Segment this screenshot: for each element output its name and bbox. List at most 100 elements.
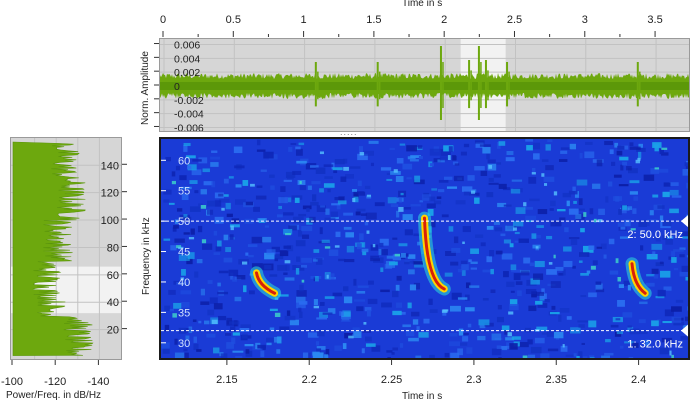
spectrogram-noise [412, 319, 419, 325]
spectrogram-noise [223, 257, 233, 263]
spectrogram-noise [306, 207, 310, 212]
spectrogram-noise [566, 316, 572, 320]
spectrogram-noise [560, 147, 571, 150]
spectrogram-noise [213, 252, 221, 256]
spectrogram-noise [353, 278, 357, 286]
spectrogram-noise [327, 189, 331, 193]
spectrogram-noise [533, 273, 544, 280]
spectrogram-noise [509, 304, 519, 311]
spectrogram-noise [256, 139, 261, 146]
spectrogram-noise [662, 191, 670, 198]
spectrogram-noise [495, 250, 503, 255]
spectrogram-noise [595, 281, 602, 285]
spectrogram-noise [225, 333, 232, 336]
spectrogram-noise [437, 189, 445, 193]
splitter-handle[interactable]: ..... [340, 127, 358, 137]
spectrogram-noise [525, 215, 537, 221]
spectrogram-noise [486, 225, 494, 230]
spectrogram-noise [343, 286, 349, 292]
spectrogram-noise [294, 197, 300, 203]
spectrogram-noise [262, 236, 272, 243]
spectrogram-noise [328, 249, 339, 256]
spectrogram-noise [223, 178, 229, 184]
spectrogram-noise [343, 296, 353, 304]
spectrogram-noise [569, 143, 576, 150]
spectrogram-noise [482, 147, 491, 154]
spectrogram-noise [355, 211, 361, 216]
spectrogram-noise [613, 174, 622, 178]
spectrogram-noise [450, 352, 460, 358]
spectrogram-noise [429, 309, 438, 313]
spectrogram-noise [522, 355, 528, 358]
spectrogram-noise [457, 268, 463, 273]
spectrogram-noise [161, 342, 170, 349]
spectrogram-noise [264, 264, 272, 270]
spectrogram-noise [505, 225, 515, 232]
spectrogram-noise [221, 207, 225, 211]
spectrogram-noise [296, 160, 307, 164]
spectrogram-noise [454, 163, 460, 166]
spectrogram-noise [411, 311, 420, 317]
spectrogram-noise [239, 328, 250, 332]
frequency-marker-label: 1: 32.0 kHz [627, 339, 683, 351]
spectrogram-noise [673, 268, 679, 271]
spectrogram-noise [588, 320, 597, 328]
spectrogram-noise [490, 268, 494, 275]
spectrogram-noise [211, 319, 218, 325]
spectrogram-noise [654, 144, 659, 152]
spectrum-x-tick-label: -120 [44, 376, 66, 388]
spectrogram-noise [533, 153, 540, 160]
spectrogram-noise [671, 316, 682, 324]
spectrogram-noise [493, 174, 501, 178]
spectrogram-noise [356, 290, 366, 294]
spectrogram-noise [349, 166, 361, 169]
spectrogram-noise [313, 299, 318, 306]
spectrogram-noise [171, 180, 176, 185]
spectrogram-noise [563, 246, 572, 252]
spectrogram-noise [430, 163, 435, 167]
spectrogram-noise [292, 170, 302, 175]
waveform-y-tick-label: 0.006 [174, 40, 200, 52]
spectrogram-noise [498, 141, 506, 146]
spectrogram-noise [204, 320, 210, 325]
spectrogram-noise [278, 197, 288, 204]
spectrogram-noise [404, 229, 413, 236]
spectrogram-noise [565, 354, 576, 357]
spectrogram-noise [570, 238, 578, 245]
spectrogram-noise [365, 336, 372, 342]
spectrogram-plot[interactable]: 2: 50.0 kHz 1: 32.0 kHz 60 55 50 45 40 35 30 [159, 137, 690, 360]
power-spectrum-plot[interactable]: 140 120 100 80 60 40 20 [10, 137, 122, 360]
spectrogram-noise [489, 250, 495, 257]
spectrogram-noise [286, 175, 294, 180]
spectrogram-noise [334, 345, 342, 351]
spectrogram-noise [646, 273, 655, 277]
spectrogram-noise [525, 139, 534, 142]
spectrogram-noise [274, 258, 279, 262]
waveform-plot[interactable]: 0.006 0.004 0.002 0 -0.002 -0.004 -0.006 [159, 38, 690, 132]
spectrogram-noise [616, 150, 623, 156]
spectrogram-noise [451, 247, 461, 253]
spectrogram-noise [348, 335, 354, 339]
spectrogram-noise [503, 204, 512, 207]
spectrogram-noise [387, 357, 391, 358]
spectrogram-noise [269, 327, 275, 331]
spectrogram-noise [232, 350, 244, 353]
spectrogram-noise [534, 260, 545, 268]
spectrogram-y-tick-label: 60 [178, 155, 190, 167]
spectrogram-x-axis: 2.15 2.2 2.25 2.3 2.35 2.4 [159, 360, 690, 386]
spectrogram-noise [590, 265, 596, 270]
spectrogram-noise [356, 243, 362, 250]
spectrogram-noise [528, 354, 536, 358]
spectrogram-noise [511, 336, 521, 340]
spectrogram-noise [189, 180, 198, 184]
spectrogram-noise [363, 322, 367, 325]
spectrogram-noise [307, 185, 312, 190]
spectrogram-noise [527, 339, 533, 345]
spectrogram-noise [657, 205, 665, 209]
spectrogram-noise [453, 236, 459, 244]
spectrogram-noise [301, 279, 305, 283]
spectrogram-noise [510, 188, 521, 194]
spectrogram-noise [217, 282, 221, 287]
spectrogram-noise [526, 145, 533, 151]
spectrogram-noise [517, 290, 522, 297]
